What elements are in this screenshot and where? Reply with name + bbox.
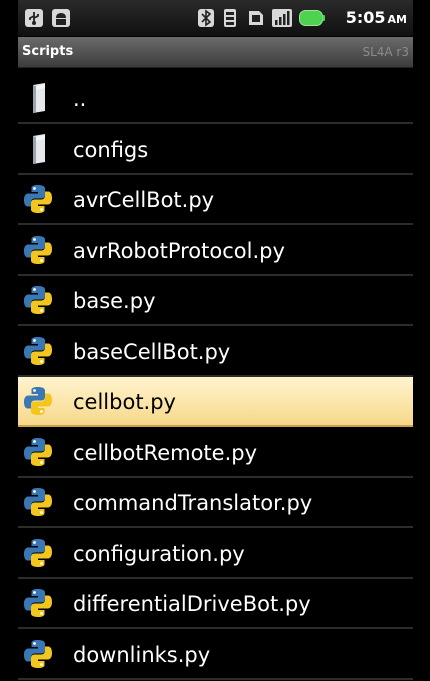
file-name: configuration.py [73, 541, 245, 566]
file-name: cellbotRemote.py [73, 440, 258, 465]
title-bar: Scripts SL4A r3 [18, 37, 413, 68]
page-title: Scripts [22, 44, 74, 59]
file-name: differentialDriveBot.py [73, 592, 311, 616]
python-icon [22, 234, 54, 266]
file-name: .. [73, 87, 87, 111]
file-list-item[interactable]: base.py [18, 276, 413, 326]
python-icon [22, 335, 54, 367]
file-name: configs [73, 137, 149, 162]
file-name: cellbot.py [73, 390, 176, 414]
file-name: baseCellBot.py [73, 339, 231, 364]
status-bar: 5:05 AM [18, 0, 413, 37]
clock-time: 5:05 AM [345, 8, 407, 27]
python-icon [22, 537, 54, 569]
file-list-item[interactable]: cellbot.py [18, 377, 413, 427]
file-list-item[interactable]: cellbotRemote.py [18, 428, 413, 478]
python-icon [22, 486, 54, 518]
file-list-item[interactable]: configuration.py [18, 529, 413, 579]
file-name: base.py [73, 289, 156, 313]
app-version: SL4A r3 [362, 45, 409, 59]
folder-icon [22, 82, 54, 114]
signal-icon [272, 7, 292, 29]
python-icon [22, 284, 54, 316]
python-icon [22, 436, 54, 468]
file-list-item[interactable]: downlinks.py [18, 630, 413, 680]
file-list-item[interactable]: .. [18, 74, 413, 124]
vibrate-icon [222, 7, 238, 29]
app-window: 5:05 AM Scripts SL4A r3 .. configs avrCel… [18, 0, 413, 681]
python-icon [22, 638, 54, 670]
file-list-item[interactable]: configs [18, 125, 413, 175]
bluetooth-icon [198, 7, 214, 29]
usb-icon [24, 7, 44, 29]
file-name: downlinks.py [73, 642, 211, 667]
file-list-item[interactable]: commandTranslator.py [18, 478, 413, 528]
file-list: .. configs avrCellBot.py avrRobotProtoco… [18, 74, 413, 681]
battery-icon [299, 7, 325, 29]
file-list-item[interactable]: baseCellBot.py [18, 327, 413, 377]
folder-icon [22, 133, 54, 165]
file-list-item[interactable]: avrRobotProtocol.py [18, 226, 413, 276]
file-list-item[interactable]: avrCellBot.py [18, 175, 413, 225]
python-icon [22, 385, 54, 417]
clock-ampm: AM [387, 13, 407, 26]
sd-card-icon [246, 7, 266, 29]
file-name: commandTranslator.py [73, 491, 313, 515]
file-list-item[interactable]: differentialDriveBot.py [18, 579, 413, 629]
python-icon [22, 587, 54, 619]
file-name: avrCellBot.py [73, 188, 215, 212]
python-icon [22, 183, 54, 215]
file-name: avrRobotProtocol.py [73, 238, 285, 263]
android-debug-icon [51, 7, 71, 29]
